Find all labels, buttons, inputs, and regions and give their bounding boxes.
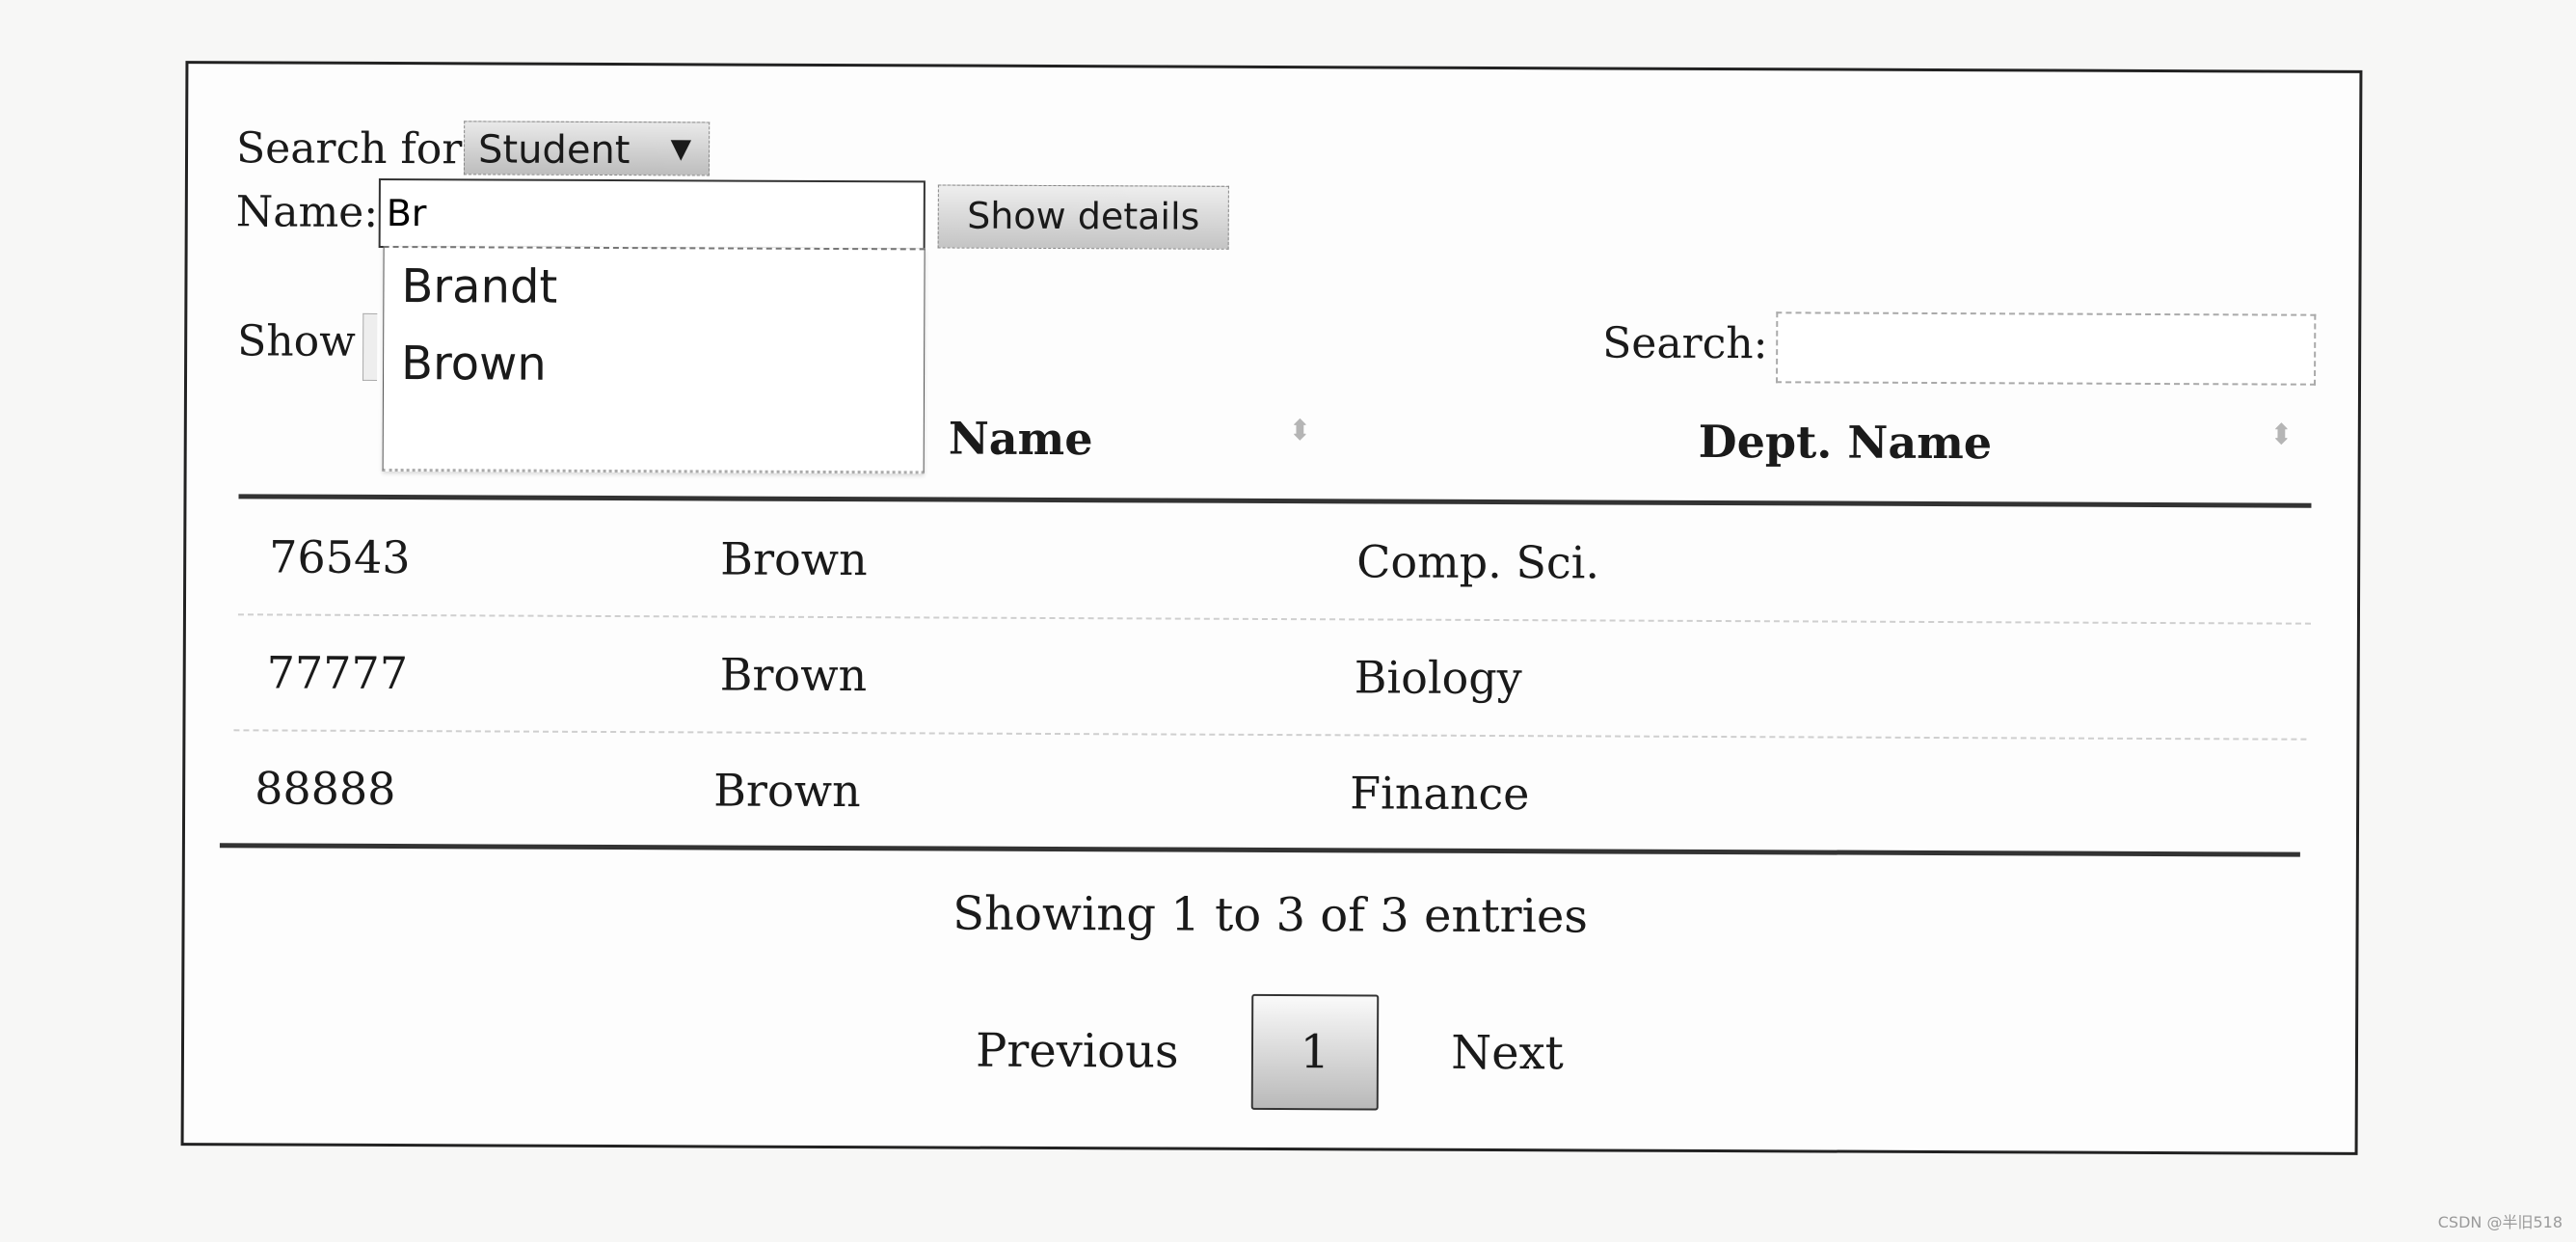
chevron-down-icon: ▼ — [670, 132, 692, 165]
search-for-select[interactable]: Student ▼ — [463, 121, 711, 176]
name-input[interactable] — [378, 177, 926, 251]
table-row: 88888 Brown Finance — [188, 64, 2359, 820]
autocomplete-dropdown: Brandt Brown — [382, 245, 926, 474]
cell-id: 77777 — [266, 646, 409, 700]
table-row: 76543 Brown Comp. Sci. — [188, 64, 2359, 588]
cell-id: 76543 — [269, 530, 411, 584]
row-divider — [237, 613, 2311, 625]
cell-dept: Finance — [1350, 767, 1530, 821]
autocomplete-option[interactable]: Brandt — [384, 248, 924, 327]
cell-dept: Comp. Sci. — [1356, 535, 1600, 589]
name-label: Name: — [235, 187, 379, 237]
table-search-label: Search: — [1602, 318, 1768, 369]
app-panel: Search for: Student ▼ Name: Show details… — [180, 61, 2363, 1155]
search-for-value: Student — [477, 127, 631, 174]
autocomplete-option[interactable]: Brown — [384, 325, 924, 404]
table-search-input[interactable] — [1776, 311, 2317, 386]
entries-per-page-select[interactable] — [362, 312, 378, 381]
sort-both-icon[interactable]: ⬍ — [2269, 418, 2294, 452]
next-page-button[interactable]: Next — [1451, 1026, 1564, 1081]
table-bottom-border — [219, 843, 2300, 857]
cell-name: Brown — [713, 764, 861, 818]
sort-both-icon[interactable]: ⬍ — [1288, 414, 1312, 447]
row-divider — [233, 729, 2307, 741]
column-header-name[interactable]: Name — [949, 413, 1093, 466]
show-entries-label: Show — [237, 316, 356, 366]
cell-name: Brown — [720, 532, 868, 586]
watermark: CSDN @半旧518 — [2437, 1213, 2563, 1231]
table-row: 77777 Brown Biology — [188, 64, 2359, 704]
cell-id: 88888 — [255, 762, 396, 816]
page-1-button[interactable]: 1 — [1250, 993, 1380, 1111]
cell-dept: Biology — [1354, 651, 1522, 705]
previous-page-button[interactable]: Previous — [976, 1024, 1179, 1079]
pagination: Previous 1 Next — [184, 989, 2356, 1115]
header-divider — [238, 494, 2312, 508]
column-header-dept-name[interactable]: Dept. Name — [1699, 416, 1993, 469]
table-info: Showing 1 to 3 of 3 entries — [953, 886, 1589, 944]
show-details-button[interactable]: Show details — [937, 184, 1229, 250]
cell-name: Brown — [719, 648, 868, 702]
search-for-label: Search for: — [235, 123, 477, 175]
